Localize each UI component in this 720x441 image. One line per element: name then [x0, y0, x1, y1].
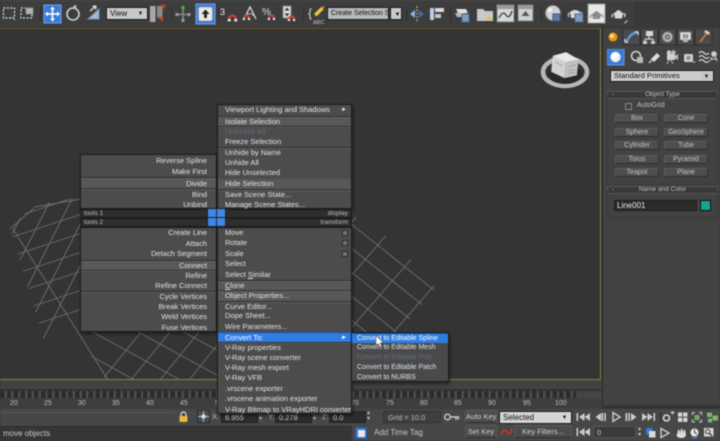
svg-text:ABC: ABC: [313, 20, 324, 26]
svg-text:3: 3: [220, 7, 225, 17]
svg-text:{: {: [308, 6, 312, 20]
